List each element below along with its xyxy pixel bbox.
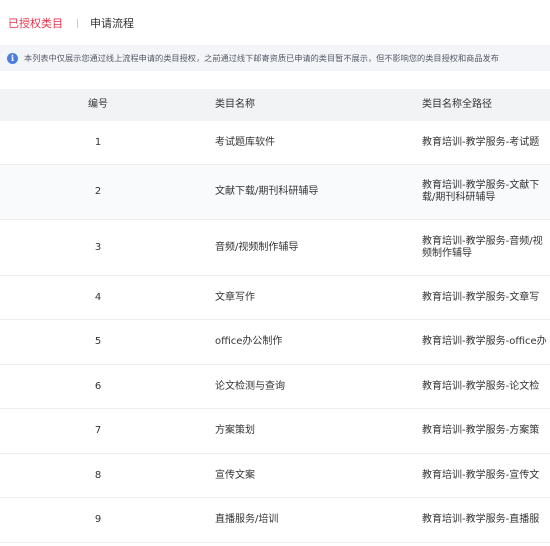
row-category-name: 文章写作	[215, 291, 255, 303]
row-number: 5	[94, 336, 102, 347]
row-category-path: 教育培训-教学服务-文章写	[422, 291, 540, 303]
row-category-path: 教育培训-教学服务-考试题	[422, 136, 540, 148]
table-row: 8 宣传文案 教育培训-教学服务-宣传文	[0, 454, 550, 498]
tab-authorized-categories[interactable]: 已授权类目	[8, 15, 63, 31]
row-category-name: office办公制作	[215, 336, 283, 347]
table-header: 编号 类目名称 类目名称全路径	[0, 89, 550, 121]
row-number: 8	[94, 469, 102, 481]
table-row: 6 论文检测与查询 教育培训-教学服务-论文检	[0, 365, 550, 409]
row-category-name: 文献下载/期刊科研辅导	[215, 186, 319, 197]
row-number: 9	[94, 514, 102, 525]
row-number: 6	[94, 380, 102, 392]
row-category-path: 教育培训-教学服务-论文检	[422, 380, 540, 392]
table-row: 4 文章写作 教育培训-教学服务-文章写	[0, 276, 550, 320]
authorized-categories-page: 已授权类目 申请流程 i 本列表中仅展示您通过线上流程申请的类目授权，之前通过线…	[0, 0, 550, 546]
row-number: 7	[94, 425, 102, 436]
category-table: 编号 类目名称 类目名称全路径 1 考试题库软件 教育培训-教学服务-考试题 2…	[0, 89, 550, 543]
table-row: 5 office办公制作 教育培训-教学服务-office办	[0, 320, 550, 365]
row-category-path: 教育培训-教学服务-直播服	[422, 514, 540, 525]
row-category-path: 教育培训-教学服务-office办	[422, 336, 547, 347]
tab-bar: 已授权类目 申请流程	[8, 14, 134, 32]
table-row: 7 方案策划 教育培训-教学服务-方案策	[0, 409, 550, 454]
table-row: 1 考试题库软件 教育培训-教学服务-考试题	[0, 121, 550, 165]
row-category-path: 教育培训-教学服务-宣传文	[422, 469, 540, 481]
notice-bar: i 本列表中仅展示您通过线上流程申请的类目授权，之前通过线下邮寄资质已申请的类目…	[0, 45, 550, 71]
row-category-name: 宣传文案	[215, 469, 255, 481]
info-circle-icon: i	[7, 52, 18, 64]
row-category-path: 教育培训-教学服务-音频/视频制作辅导	[422, 235, 543, 259]
header-category-path: 类目名称全路径	[422, 99, 492, 110]
row-number: 3	[94, 241, 102, 253]
table-row: 9 直播服务/培训 教育培训-教学服务-直播服	[0, 498, 550, 543]
row-category-name: 直播服务/培训	[215, 514, 279, 525]
row-number: 4	[94, 291, 102, 303]
header-number: 编号	[88, 99, 108, 110]
row-category-path: 教育培训-教学服务-方案策	[422, 425, 540, 436]
row-category-name: 音频/视频制作辅导	[215, 241, 299, 253]
row-category-path: 教育培训-教学服务-文献下载/期刊科研辅导	[422, 180, 540, 203]
notice-text: 本列表中仅展示您通过线上流程申请的类目授权，之前通过线下邮寄资质已申请的类目暂不…	[24, 53, 499, 63]
tab-application-process[interactable]: 申请流程	[90, 15, 134, 31]
table-row: 2 文献下载/期刊科研辅导 教育培训-教学服务-文献下载/期刊科研辅导	[0, 165, 550, 220]
header-category-name: 类目名称	[215, 99, 255, 110]
row-category-name: 方案策划	[215, 425, 255, 436]
row-category-name: 论文检测与查询	[215, 380, 285, 392]
row-number: 2	[94, 186, 102, 197]
row-category-name: 考试题库软件	[215, 136, 275, 148]
tab-divider	[77, 18, 78, 28]
table-row: 3 音频/视频制作辅导 教育培训-教学服务-音频/视频制作辅导	[0, 220, 550, 276]
row-number: 1	[94, 136, 102, 148]
